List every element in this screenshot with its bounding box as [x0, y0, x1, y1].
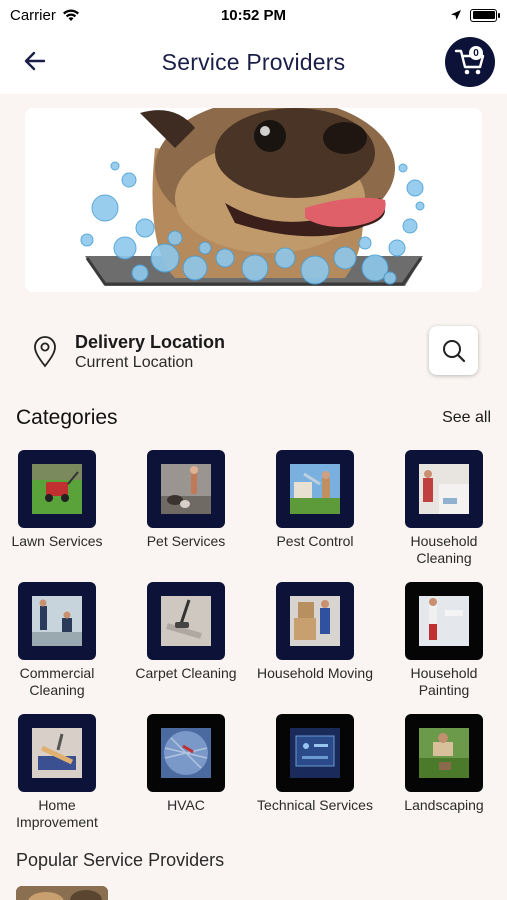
category-tile [276, 714, 354, 792]
category-tile [18, 582, 96, 660]
see-all-link[interactable]: See all [442, 409, 491, 427]
dog-bath-illustration [80, 108, 425, 286]
category-tile [276, 450, 354, 528]
map-pin-icon [34, 336, 56, 368]
category-tile [405, 582, 483, 660]
landscaping-icon [419, 728, 469, 778]
category-label: Landscaping [404, 797, 484, 813]
status-bar: Carrier 10:52 PM [0, 0, 507, 30]
cleaning-icon [419, 464, 469, 514]
location-arrow-icon [451, 10, 461, 20]
painting-icon [419, 596, 469, 646]
app-header: Service Providers 0 [0, 30, 507, 94]
search-button[interactable] [429, 326, 478, 375]
commercial-cleaning-icon [32, 596, 82, 646]
category-tile [405, 450, 483, 528]
category-label: Household Painting [410, 665, 478, 698]
category-label: Pest Control [276, 533, 354, 549]
status-left: Carrier [10, 7, 80, 24]
popular-provider-card[interactable] [16, 886, 108, 900]
carpet-vacuum-icon [161, 596, 211, 646]
back-arrow-icon[interactable] [22, 48, 48, 74]
main-content: Delivery Location Current Location Categ… [0, 94, 507, 900]
category-tile [147, 714, 225, 792]
popular-providers-title: Popular Service Providers [16, 850, 225, 870]
carrier-label: Carrier [10, 6, 56, 24]
pest-spray-icon [290, 464, 340, 514]
status-right [450, 8, 500, 22]
category-label: Technical Services [257, 797, 373, 813]
provider-photo [16, 886, 108, 900]
category-label: HVAC [167, 797, 205, 813]
category-label: Carpet Cleaning [135, 665, 237, 681]
categories-header: Categories See all [16, 406, 491, 430]
pet-walking-icon [161, 464, 211, 514]
categories-title: Categories [16, 406, 118, 429]
category-label: Household Moving [257, 665, 373, 681]
cart-button[interactable]: 0 [445, 37, 495, 87]
delivery-location-row: Delivery Location Current Location [0, 324, 507, 380]
category-tile [147, 450, 225, 528]
page-title: Service Providers [161, 48, 346, 75]
search-icon [442, 339, 465, 362]
category-label: Home Improvement [16, 797, 98, 830]
category-tile [147, 582, 225, 660]
tools-icon [32, 728, 82, 778]
moving-boxes-icon [290, 596, 340, 646]
delivery-location-title[interactable]: Delivery Location [75, 332, 225, 353]
category-label: Pet Services [146, 533, 226, 549]
category-label: Commercial Cleaning [19, 665, 95, 698]
category-tile [405, 714, 483, 792]
cart-count-badge: 0 [469, 46, 483, 60]
current-location-label[interactable]: Current Location [75, 354, 193, 372]
category-tile [276, 582, 354, 660]
category-label: Lawn Services [11, 533, 103, 549]
tech-screen-icon [290, 728, 340, 778]
category-label: Household Cleaning [410, 533, 478, 566]
category-tile [18, 714, 96, 792]
lawn-mower-icon [32, 464, 82, 514]
promo-banner[interactable] [25, 108, 482, 292]
category-tile [18, 450, 96, 528]
hvac-fan-icon [161, 728, 211, 778]
battery-icon [470, 8, 500, 22]
wifi-icon [62, 9, 79, 21]
